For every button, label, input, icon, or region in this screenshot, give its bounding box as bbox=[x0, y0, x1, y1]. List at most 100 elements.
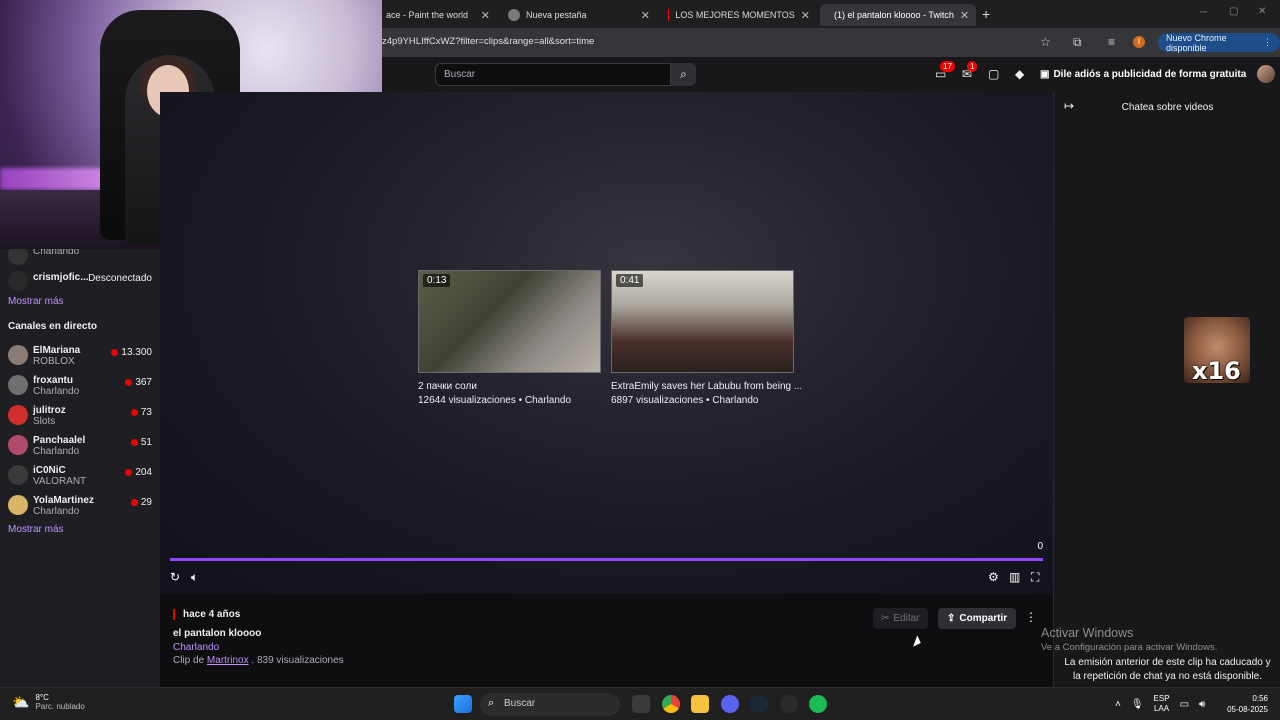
kebab-menu-icon[interactable]: ⋮ bbox=[1263, 37, 1272, 48]
user-avatar[interactable] bbox=[1257, 65, 1275, 83]
maximize-icon[interactable]: ▢ bbox=[1229, 6, 1238, 17]
whispers-icon[interactable]: ▢ bbox=[988, 67, 999, 81]
clip-meta: 12644 visualizaciones • Charlando bbox=[418, 395, 572, 406]
clip-title[interactable]: 2 пачки соли bbox=[418, 381, 608, 392]
replay-icon[interactable]: ↻ bbox=[170, 570, 180, 584]
minimize-icon[interactable]: ─ bbox=[1200, 7, 1207, 18]
clip-thumbnail[interactable]: 0:13 bbox=[418, 270, 601, 373]
avatar bbox=[8, 405, 28, 425]
spotify-icon[interactable] bbox=[809, 695, 827, 713]
avatar bbox=[8, 345, 28, 365]
extensions-icon[interactable]: ⧉ bbox=[1073, 35, 1082, 50]
sidebar-live-channel[interactable]: ElMariana ROBLOX 13.300 bbox=[0, 341, 160, 371]
settings-gear-icon[interactable]: ⚙ bbox=[988, 570, 999, 584]
viewer-count: 29 bbox=[130, 497, 152, 508]
tab-youtube[interactable]: LOS MEJORES MOMENTOS ✕ bbox=[660, 4, 818, 26]
avatar bbox=[8, 435, 28, 455]
clip-category-link[interactable]: Charlando bbox=[173, 642, 219, 653]
bookmark-star-icon[interactable]: ☆ bbox=[1040, 35, 1051, 49]
inbox-icon[interactable]: ✉ 1 bbox=[962, 61, 978, 81]
channel-name: iC0NiC bbox=[33, 465, 66, 476]
viewer-count: 73 bbox=[130, 407, 152, 418]
close-icon[interactable]: ✕ bbox=[481, 9, 490, 22]
network-icon[interactable]: ▭ bbox=[1180, 699, 1189, 710]
taskbar-search-label: Buscar bbox=[504, 698, 536, 709]
window-close-icon[interactable]: ✕ bbox=[1258, 6, 1266, 17]
seek-bar[interactable] bbox=[170, 558, 1043, 561]
tab-nueva-pestana[interactable]: Nueva pestaña ✕ bbox=[500, 4, 658, 26]
close-icon[interactable]: ✕ bbox=[801, 9, 810, 22]
left-sidebar: Charlando crismjofic... Desconectado Mos… bbox=[0, 245, 160, 687]
viewer-count: 367 bbox=[125, 377, 152, 388]
taskbar-search[interactable]: ⌕ Buscar bbox=[480, 693, 620, 716]
clip-author-link[interactable]: Martrinox bbox=[207, 655, 249, 666]
viewer-count: 51 bbox=[130, 437, 152, 448]
theatre-mode-icon[interactable]: ▥ bbox=[1009, 570, 1020, 584]
video-player[interactable]: 0:13 2 пачки соли 12644 visualizaciones … bbox=[160, 92, 1053, 594]
show-more-link[interactable]: Mostrar más bbox=[8, 296, 64, 307]
ad-free-button[interactable]: ▣ Dile adiós a publicidad de forma gratu… bbox=[1040, 65, 1246, 84]
live-dot-icon bbox=[125, 469, 133, 476]
fullscreen-icon[interactable]: ⛶ bbox=[1031, 570, 1039, 585]
search-button[interactable]: ⌕ bbox=[671, 63, 696, 86]
new-chrome-available-button[interactable]: Nuevo Chrome disponible ⋮ bbox=[1158, 32, 1280, 53]
volume-icon[interactable]: 🔊︎ bbox=[1199, 699, 1205, 710]
close-icon[interactable]: ✕ bbox=[960, 9, 969, 22]
clip-author-line: Clip de Martrinox . 839 visualizaciones bbox=[173, 655, 344, 666]
notifications-icon[interactable]: ▭ 17 bbox=[935, 61, 955, 81]
task-view-icon[interactable] bbox=[632, 695, 650, 713]
close-icon[interactable]: ✕ bbox=[641, 9, 650, 22]
chrome-icon[interactable] bbox=[662, 695, 680, 713]
clip-thumbnail[interactable]: 0:41 bbox=[611, 270, 794, 373]
avatar bbox=[8, 375, 28, 395]
chat-unavailable-message: La emisión anterior de este clip ha cadu… bbox=[1054, 656, 1280, 684]
clock-time: 0:56 bbox=[1252, 694, 1268, 703]
discord-icon[interactable] bbox=[721, 695, 739, 713]
weather-widget[interactable]: ⛅ 8°C Parc. nublado bbox=[12, 693, 85, 711]
clip-duration: 0:41 bbox=[616, 274, 644, 287]
volume-icon[interactable]: 🔈︎ bbox=[191, 570, 198, 585]
sidebar-live-channel[interactable]: froxantu Charlando 367 bbox=[0, 371, 160, 401]
channel-name: froxantu bbox=[33, 375, 73, 386]
share-button[interactable]: ⇪ Compartir bbox=[938, 608, 1017, 629]
sticker-text: x16 bbox=[1192, 357, 1241, 383]
reading-list-icon[interactable]: ≡ bbox=[1108, 35, 1115, 49]
windows-taskbar: ⛅ 8°C Parc. nublado ⌕ Buscar ˄ 🎙︎ ESP LA… bbox=[0, 687, 1280, 720]
tab-twitch[interactable]: (1) el pantalon kloooo - Twitch ✕ bbox=[820, 4, 976, 26]
sidebar-live-channel[interactable]: iC0NiC VALORANT 204 bbox=[0, 461, 160, 491]
edit-label: Editar bbox=[893, 613, 920, 624]
chevron-up-icon[interactable]: ˄ bbox=[1115, 699, 1121, 710]
file-explorer-icon[interactable] bbox=[691, 695, 709, 713]
show-more-link[interactable]: Mostrar más bbox=[8, 524, 64, 535]
tab-paint-the-world[interactable]: ace - Paint the world ✕ bbox=[378, 4, 498, 26]
start-windows-icon[interactable] bbox=[454, 695, 472, 713]
tab-title: (1) el pantalon kloooo - Twitch bbox=[834, 10, 954, 20]
sidebar-live-channel[interactable]: julitroz Slots 73 bbox=[0, 401, 160, 431]
bits-icon[interactable]: ◆ bbox=[1015, 67, 1024, 81]
steam-icon[interactable] bbox=[750, 695, 768, 713]
app-icon[interactable] bbox=[780, 695, 798, 713]
clip-title[interactable]: ExtraEmily saves her Labubu from being .… bbox=[611, 381, 801, 392]
globe-icon bbox=[508, 9, 520, 21]
weather-desc: Parc. nublado bbox=[35, 702, 85, 711]
live-dot-icon bbox=[130, 409, 138, 416]
share-label: Compartir bbox=[959, 613, 1008, 624]
profile-avatar[interactable]: I bbox=[1133, 36, 1145, 48]
clip-views: . 839 visualizaciones bbox=[251, 655, 344, 666]
sidebar-live-channel[interactable]: Panchaalel Charlando 51 bbox=[0, 431, 160, 461]
new-tab-plus-icon[interactable]: + bbox=[982, 6, 990, 22]
viewer-count: 204 bbox=[125, 467, 152, 478]
taskbar-clock[interactable]: 0:56 05-08-2025 bbox=[1227, 693, 1268, 715]
edit-button[interactable]: ✂ Editar bbox=[873, 608, 928, 629]
search-input[interactable]: Buscar bbox=[435, 63, 671, 86]
url-field[interactable]: z4p9YHLIffCxWZ?filter=clips&range=all&so… bbox=[382, 36, 594, 47]
new-chrome-label: Nuevo Chrome disponible bbox=[1166, 32, 1227, 53]
microphone-icon[interactable]: 🎙︎ bbox=[1131, 699, 1144, 710]
language-indicator[interactable]: ESP LAA bbox=[1154, 694, 1170, 714]
sidebar-live-channel[interactable]: YolaMartinez Charlando 29 bbox=[0, 491, 160, 521]
more-options-icon[interactable]: ⋮ bbox=[1025, 610, 1037, 624]
windows-activation-watermark: Activar Windows Ve a Configuración para … bbox=[1041, 626, 1217, 653]
clip-title: el pantalon kloooo bbox=[173, 628, 262, 639]
player-overlay bbox=[160, 92, 1053, 594]
avatar bbox=[8, 465, 28, 485]
